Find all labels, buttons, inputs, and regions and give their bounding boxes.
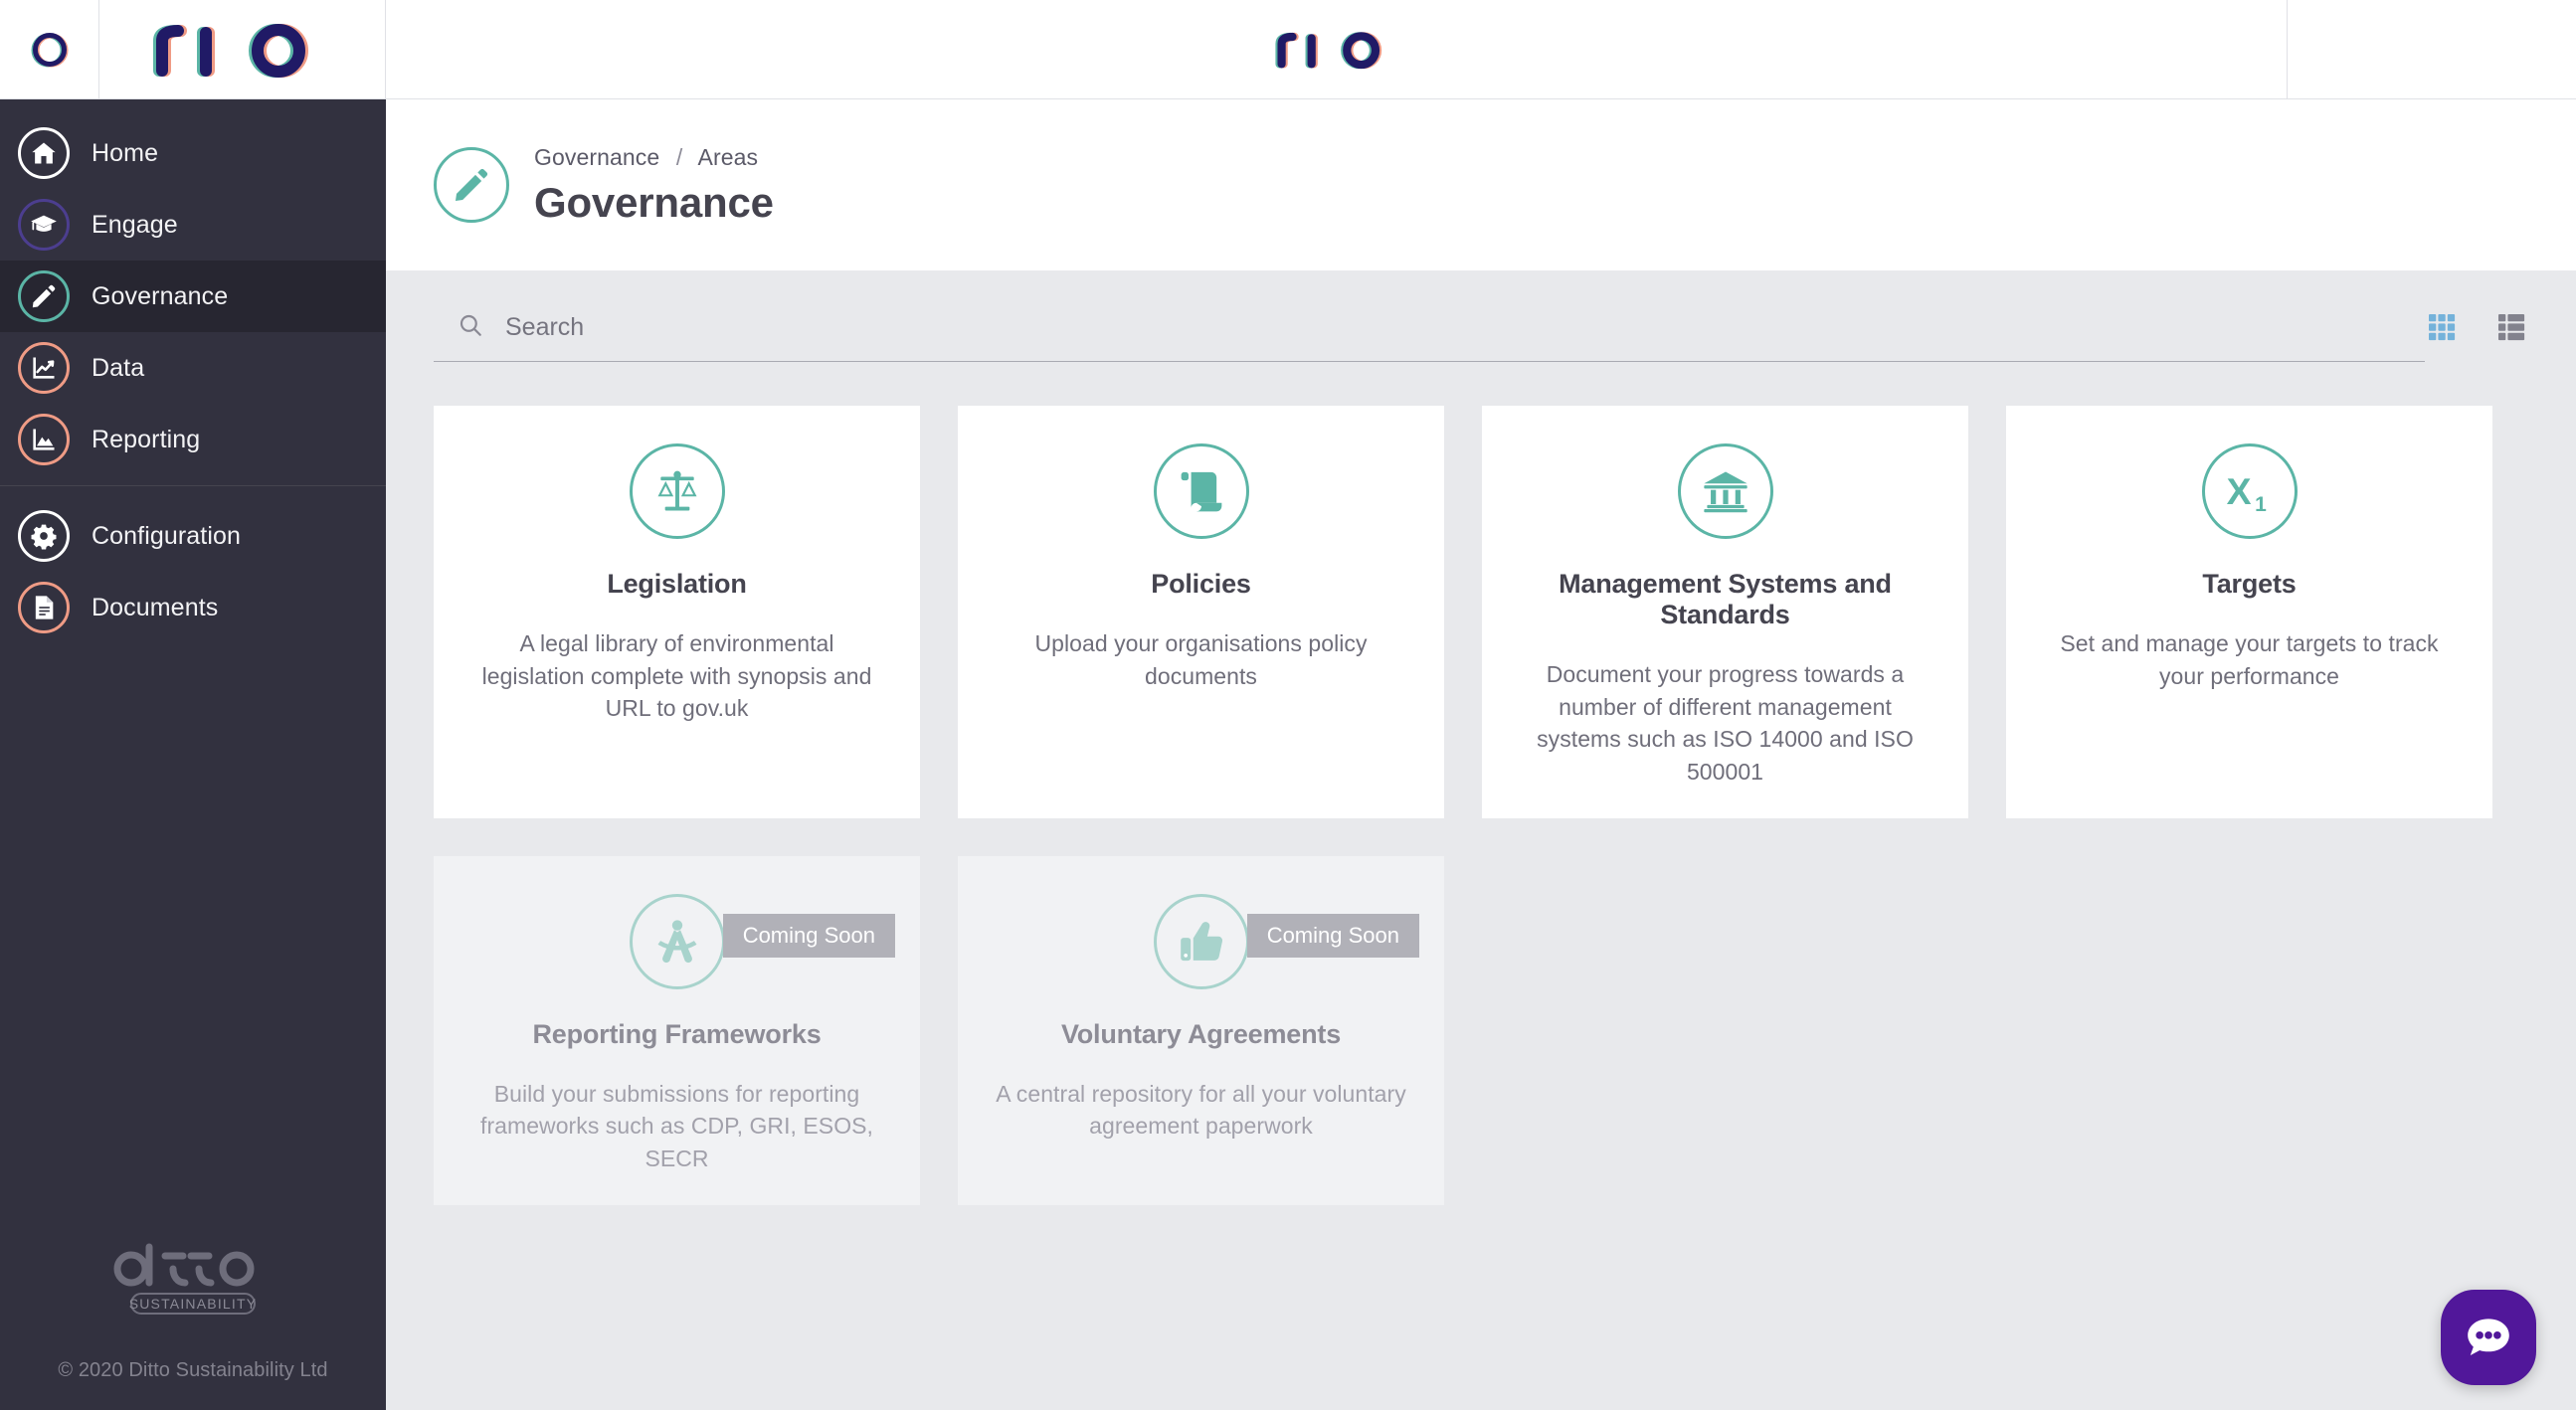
card-description: A central repository for all your volunt… <box>996 1080 1406 1140</box>
search-row <box>434 270 2528 362</box>
sidebar-item-data[interactable]: Data <box>0 332 386 404</box>
sidebar-item-documents[interactable]: Documents <box>0 572 386 643</box>
breadcrumb: Governance / Areas <box>534 144 774 171</box>
sidebar-primary-group: Home Engage Governance Data Reporting <box>0 99 386 475</box>
scales-of-justice-icon <box>629 443 725 539</box>
svg-text:X: X <box>2226 470 2251 512</box>
rio-circle-logo <box>31 32 68 67</box>
rio-wordmark-logo <box>152 23 308 78</box>
sidebar-item-label: Documents <box>92 593 219 621</box>
list-view-toggle[interactable] <box>2494 310 2528 349</box>
card-title: Targets <box>2202 569 2297 599</box>
area-card-policies[interactable]: Policies Upload your organisations polic… <box>958 406 1444 818</box>
page-header: Governance / Areas Governance <box>386 99 2576 270</box>
top-bar-right-area <box>2288 0 2576 98</box>
area-chart-icon <box>18 414 70 465</box>
brand-mark[interactable] <box>0 0 99 98</box>
card-title: Management Systems and Standards <box>1559 569 1892 629</box>
sidebar-footer: SUSTAINABILITY © 2020 Ditto Sustainabili… <box>0 1242 386 1410</box>
area-card-reporting-frameworks: Coming Soon Reporting Frameworks Build y… <box>434 855 920 1205</box>
coming-soon-badge: Coming Soon <box>1246 913 1419 958</box>
line-chart-icon <box>18 342 70 394</box>
brand-wordmark[interactable] <box>99 0 386 98</box>
top-bar-center-logo <box>386 0 2288 98</box>
top-bar <box>0 0 2576 99</box>
grid-view-toggle[interactable] <box>2425 310 2459 349</box>
area-card-targets[interactable]: X 1 Targets Set and manage your targets … <box>2006 406 2492 818</box>
sidebar: Home Engage Governance Data Reporting Co… <box>0 99 386 1410</box>
area-card-management-systems[interactable]: Management Systems and Standards Documen… <box>1482 406 1968 818</box>
card-title: Voluntary Agreements <box>1060 1018 1342 1049</box>
sidebar-item-governance[interactable]: Governance <box>0 261 386 332</box>
grid-view-icon <box>2429 313 2456 340</box>
breadcrumb-parent[interactable]: Governance <box>534 144 659 170</box>
area-card-legislation[interactable]: Legislation A legal library of environme… <box>434 406 920 818</box>
list-view-icon <box>2498 313 2525 340</box>
sidebar-item-label: Data <box>92 353 145 382</box>
coming-soon-badge: Coming Soon <box>722 913 895 958</box>
page-title: Governance <box>534 178 774 226</box>
copyright-text: © 2020 Ditto Sustainability Ltd <box>58 1359 328 1381</box>
chat-widget-button[interactable] <box>2441 1290 2536 1385</box>
gear-icon <box>18 510 70 562</box>
search-box[interactable] <box>434 306 2425 362</box>
card-description: Build your submissions for reporting fra… <box>480 1080 873 1171</box>
sidebar-item-label: Home <box>92 138 159 167</box>
sidebar-item-home[interactable]: Home <box>0 117 386 189</box>
compass-divider-icon <box>629 893 725 989</box>
sidebar-item-label: Engage <box>92 210 178 239</box>
rio-center-logo <box>1274 31 1381 69</box>
scroll-icon <box>1153 443 1249 539</box>
x-subscript-one-icon: X 1 <box>2201 443 2298 539</box>
thumbs-up-icon <box>1153 893 1249 989</box>
sidebar-item-label: Reporting <box>92 425 201 453</box>
area-card-voluntary-agreements: Coming Soon Voluntary Agreements A centr… <box>958 855 1444 1205</box>
sidebar-item-engage[interactable]: Engage <box>0 189 386 261</box>
home-icon <box>18 127 70 179</box>
content-area: Legislation A legal library of environme… <box>386 270 2576 1410</box>
sidebar-item-configuration[interactable]: Configuration <box>0 500 386 572</box>
sidebar-item-label: Governance <box>92 281 229 310</box>
card-title: Reporting Frameworks <box>532 1018 822 1049</box>
card-description: Set and manage your targets to track you… <box>2060 630 2439 689</box>
search-icon <box>458 312 483 343</box>
area-card-grid: Legislation A legal library of environme… <box>434 406 2528 1205</box>
sidebar-item-reporting[interactable]: Reporting <box>0 404 386 475</box>
app-root: Home Engage Governance Data Reporting Co… <box>0 0 2576 1410</box>
pencil-icon <box>434 147 509 223</box>
card-description: Upload your organisations policy documen… <box>1034 630 1368 689</box>
sidebar-item-label: Configuration <box>92 521 242 550</box>
pencil-icon <box>18 270 70 322</box>
main-area: Governance / Areas Governance Search Leg… <box>386 99 2576 1410</box>
graduation-cap-icon <box>18 199 70 251</box>
svg-text:1: 1 <box>2255 493 2267 516</box>
bank-building-icon <box>1677 443 1773 539</box>
speech-bubble-icon <box>2468 1319 2509 1355</box>
card-description: Document your progress towards a number … <box>1537 661 1914 785</box>
document-icon <box>18 582 70 633</box>
page-header-text: Governance / Areas Governance <box>534 144 774 227</box>
ditto-sustainability-logo: SUSTAINABILITY <box>113 1243 258 1315</box>
breadcrumb-current[interactable]: Areas <box>698 144 759 170</box>
card-description: A legal library of environmental legisla… <box>481 630 872 722</box>
view-toggle-group <box>2425 310 2528 359</box>
card-title: Legislation <box>607 569 747 599</box>
breadcrumb-separator: / <box>675 143 683 170</box>
ditto-logo: SUSTAINABILITY <box>0 1242 386 1316</box>
search-input[interactable] <box>505 313 2425 342</box>
svg-text:SUSTAINABILITY: SUSTAINABILITY <box>129 1296 258 1312</box>
card-title: Policies <box>1151 569 1251 599</box>
sidebar-secondary-group: Configuration Documents <box>0 486 386 643</box>
